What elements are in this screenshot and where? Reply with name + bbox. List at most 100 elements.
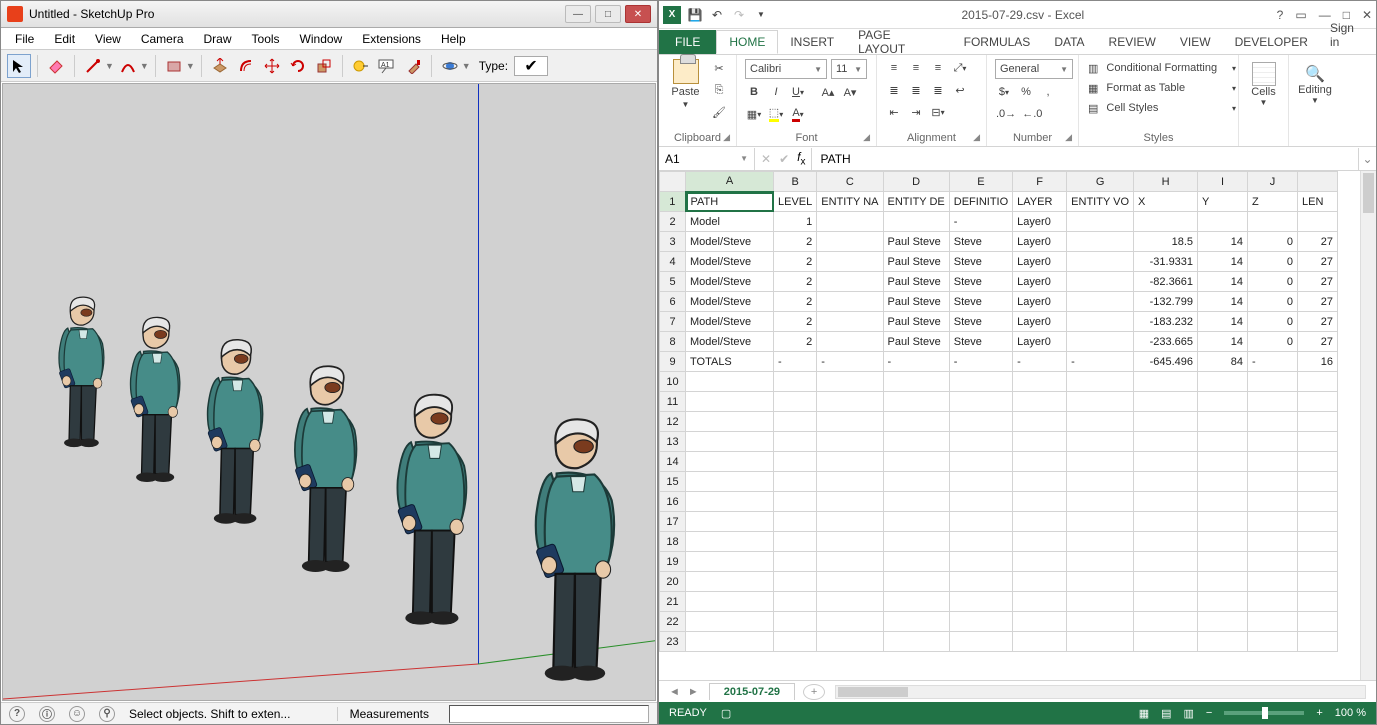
cell[interactable]: 14: [1198, 272, 1248, 292]
merge-center-icon[interactable]: ⊟▾: [929, 103, 947, 121]
cell[interactable]: [817, 232, 883, 252]
bold-icon[interactable]: B: [745, 83, 763, 101]
cell[interactable]: 14: [1198, 312, 1248, 332]
view-page-break-icon[interactable]: ▥: [1184, 707, 1194, 720]
cell[interactable]: [686, 612, 774, 632]
cell[interactable]: [1298, 472, 1338, 492]
cell[interactable]: PATH: [686, 192, 774, 212]
select-tool-icon[interactable]: [7, 54, 31, 78]
horizontal-scrollbar[interactable]: [835, 685, 1366, 699]
cell[interactable]: [817, 572, 883, 592]
cell[interactable]: [1198, 512, 1248, 532]
cell[interactable]: [1198, 632, 1248, 652]
cell[interactable]: [686, 392, 774, 412]
cell[interactable]: 14: [1198, 252, 1248, 272]
cell[interactable]: Model/Steve: [686, 272, 774, 292]
fx-icon[interactable]: fx: [797, 150, 805, 167]
cell[interactable]: [1248, 392, 1298, 412]
tab-home[interactable]: HOME: [716, 30, 778, 54]
select-all-corner[interactable]: [660, 172, 686, 192]
cell[interactable]: ENTITY DE: [883, 192, 949, 212]
cell[interactable]: 84: [1198, 352, 1248, 372]
cell[interactable]: [1067, 272, 1134, 292]
cell[interactable]: [949, 412, 1012, 432]
cell[interactable]: 0: [1248, 332, 1298, 352]
cell[interactable]: [1198, 432, 1248, 452]
cell[interactable]: [883, 592, 949, 612]
col-header[interactable]: C: [817, 172, 883, 192]
cells-button[interactable]: Cells ▼: [1247, 59, 1280, 109]
shrink-font-icon[interactable]: A▾: [841, 83, 859, 101]
cell[interactable]: [1298, 592, 1338, 612]
steve-figure[interactable]: [43, 294, 117, 449]
orbit-tool-icon[interactable]: [438, 54, 462, 78]
cell[interactable]: -132.799: [1134, 292, 1198, 312]
cell[interactable]: -183.232: [1134, 312, 1198, 332]
cell[interactable]: [1198, 392, 1248, 412]
cell[interactable]: [1134, 552, 1198, 572]
cell[interactable]: [817, 512, 883, 532]
cell[interactable]: [1013, 632, 1067, 652]
cell[interactable]: [686, 432, 774, 452]
cell[interactable]: [686, 372, 774, 392]
cell[interactable]: [817, 312, 883, 332]
cell[interactable]: 0: [1248, 292, 1298, 312]
cell[interactable]: Y: [1198, 192, 1248, 212]
type-checkbox[interactable]: ✔: [514, 56, 548, 76]
row-header[interactable]: 10: [660, 372, 686, 392]
cell[interactable]: [1248, 472, 1298, 492]
row-header[interactable]: 9: [660, 352, 686, 372]
macro-record-icon[interactable]: ▢: [721, 707, 731, 720]
grow-font-icon[interactable]: A▴: [819, 83, 837, 101]
cell[interactable]: [949, 572, 1012, 592]
move-tool-icon[interactable]: [260, 54, 284, 78]
cell[interactable]: [1248, 512, 1298, 532]
italic-icon[interactable]: I: [767, 83, 785, 101]
cell-styles-button[interactable]: ▤ Cell Styles▾: [1087, 99, 1237, 117]
steve-figure[interactable]: [273, 362, 375, 575]
align-bottom-icon[interactable]: ≡: [929, 59, 947, 77]
tab-view[interactable]: VIEW: [1168, 30, 1223, 54]
enter-formula-icon[interactable]: ✔: [779, 152, 789, 166]
cell[interactable]: -: [949, 352, 1012, 372]
line-tool-icon[interactable]: [81, 54, 105, 78]
cell[interactable]: [949, 472, 1012, 492]
row-header[interactable]: 11: [660, 392, 686, 412]
cell[interactable]: [949, 612, 1012, 632]
cell[interactable]: [1298, 452, 1338, 472]
rectangle-tool-icon[interactable]: [162, 54, 186, 78]
cell[interactable]: [686, 492, 774, 512]
cell[interactable]: [949, 432, 1012, 452]
row-header[interactable]: 7: [660, 312, 686, 332]
minimize-button[interactable]: —: [565, 5, 591, 23]
cell[interactable]: [883, 212, 949, 232]
cell[interactable]: [1298, 392, 1338, 412]
cell[interactable]: 2: [774, 252, 817, 272]
cell[interactable]: Layer0: [1013, 332, 1067, 352]
align-top-icon[interactable]: ≡: [885, 59, 903, 77]
cell[interactable]: [1067, 612, 1134, 632]
row-header[interactable]: 6: [660, 292, 686, 312]
cell[interactable]: [686, 472, 774, 492]
cell[interactable]: 14: [1198, 292, 1248, 312]
cell[interactable]: [1248, 532, 1298, 552]
cell[interactable]: [817, 592, 883, 612]
geo-icon[interactable]: ?: [9, 706, 25, 722]
copy-icon[interactable]: ⎘: [710, 81, 728, 99]
dropdown-icon[interactable]: ▼: [186, 61, 195, 71]
cell[interactable]: [817, 452, 883, 472]
cell[interactable]: ENTITY VO: [1067, 192, 1134, 212]
cell[interactable]: Steve: [949, 232, 1012, 252]
zoom-level[interactable]: 100 %: [1335, 707, 1366, 719]
vertical-scrollbar[interactable]: [1360, 171, 1376, 680]
cancel-formula-icon[interactable]: ✕: [761, 152, 771, 166]
cell[interactable]: 2: [774, 272, 817, 292]
cell[interactable]: 2: [774, 332, 817, 352]
maximize-button[interactable]: □: [595, 5, 621, 23]
menu-tools[interactable]: Tools: [244, 30, 288, 48]
cell[interactable]: [1198, 552, 1248, 572]
cell[interactable]: [1067, 492, 1134, 512]
cell[interactable]: [817, 412, 883, 432]
rotate-tool-icon[interactable]: [286, 54, 310, 78]
cell[interactable]: [1013, 392, 1067, 412]
